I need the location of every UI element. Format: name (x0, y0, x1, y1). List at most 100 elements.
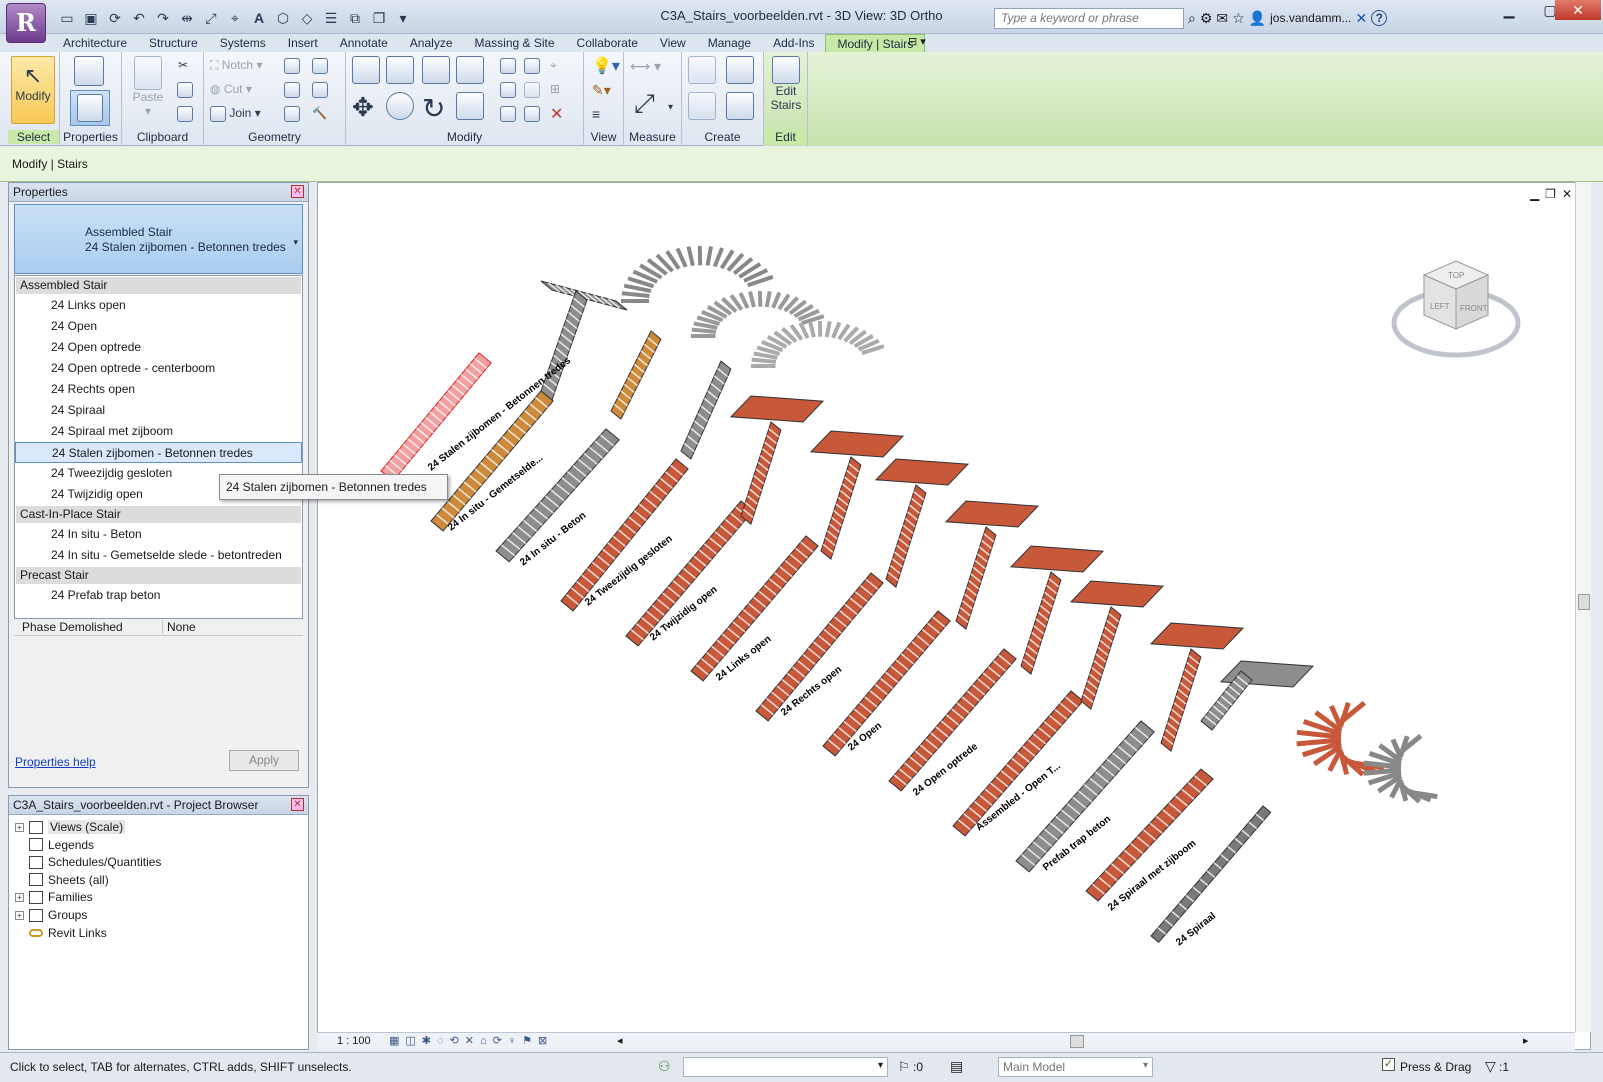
search-input[interactable]: Type a keyword or phrase (994, 8, 1184, 29)
notch-button[interactable]: ⛶ Notch ▾ (210, 58, 262, 73)
offset-icon[interactable] (386, 56, 414, 84)
unpin-icon[interactable]: ⌖ (550, 58, 557, 73)
stair-top-flight-d[interactable] (680, 360, 732, 460)
type-list-item[interactable]: 24 Open optrede - centerboom (15, 358, 302, 379)
browser-item[interactable]: + Views (Scale) (15, 820, 126, 834)
paste-button[interactable]: Paste ▾ (132, 56, 164, 118)
beam-join-icon[interactable] (284, 106, 300, 122)
stair-top-flight-c[interactable] (610, 330, 662, 420)
override-graphics-icon[interactable]: ✎▾ (592, 82, 611, 99)
stairs-3d-model[interactable]: 24 Stalen zijbomen - Betonnen tredes24 I… (318, 183, 1576, 1033)
close-icon[interactable]: ✕ (291, 185, 304, 198)
edit-stairs-button[interactable]: Edit Stairs (768, 56, 804, 112)
worksets-icon[interactable]: ⚇ (658, 1058, 671, 1075)
user-icon[interactable]: 👤 (1249, 10, 1266, 27)
stair-u-flight[interactable] (1020, 571, 1062, 675)
stair-u-flight[interactable] (740, 421, 782, 525)
tab-architecture[interactable]: Architecture (52, 34, 138, 52)
scroll-left-icon[interactable]: ◂ (617, 1034, 623, 1047)
create-parts-icon[interactable] (726, 56, 754, 84)
horizontal-scroll-thumb[interactable] (1070, 1035, 1084, 1048)
measure-between-icon[interactable]: ⟷ ▾ (630, 58, 661, 75)
cut-geometry-button[interactable]: ◍ Cut ▾ (210, 82, 252, 96)
align-icon[interactable] (352, 56, 380, 84)
stair-u-flight[interactable] (955, 526, 997, 630)
press-drag-checkbox[interactable]: ✓ (1382, 1058, 1395, 1071)
expand-icon[interactable]: + (15, 910, 24, 920)
view-control-icons[interactable]: ▦◫✱◌⟲✕⌂⟳♀⚑⊠ (389, 1034, 553, 1047)
exchange-icon[interactable]: ✕ (1356, 10, 1368, 27)
wall-joins-icon[interactable] (284, 58, 300, 74)
stair-landing[interactable] (729, 395, 825, 423)
tab-manage[interactable]: Manage (697, 34, 762, 52)
filter-icon[interactable]: ▽ (1485, 1058, 1496, 1075)
user-name[interactable]: jos.vandamm... (1270, 11, 1351, 25)
minimize-button[interactable]: ▁ (1489, 0, 1529, 20)
chevron-down-icon[interactable]: ▾ (293, 235, 298, 250)
browser-item[interactable]: Schedules/Quantities (15, 855, 161, 869)
workset-dropdown[interactable]: ▾ (683, 1057, 888, 1077)
create-similar-icon[interactable] (726, 92, 754, 120)
editing-requests-icon[interactable]: ⚐ (898, 1059, 910, 1075)
linework-icon[interactable]: ≡ (592, 106, 600, 122)
vertical-scroll-thumb[interactable] (1578, 594, 1590, 610)
property-value[interactable]: None (162, 620, 196, 634)
tab-analyze[interactable]: Analyze (399, 34, 464, 52)
ribbon-minimize-icon[interactable]: ⊟ ▾ (908, 35, 926, 48)
trim-multiple-icon[interactable] (524, 106, 540, 122)
type-list-item[interactable]: 24 Prefab trap beton (15, 585, 302, 606)
create-assembly-icon[interactable] (688, 56, 716, 84)
subscription-icon[interactable]: ⚙ (1200, 10, 1213, 27)
create-group-icon[interactable] (688, 92, 716, 120)
expand-icon[interactable]: + (15, 822, 24, 832)
scroll-right-icon[interactable]: ▸ (1523, 1034, 1529, 1047)
stair-u-flight[interactable] (1080, 606, 1122, 710)
apply-button[interactable]: Apply (229, 750, 299, 771)
tab-add-ins[interactable]: Add-Ins (762, 34, 825, 52)
hide-in-view-icon[interactable]: 💡▾ (592, 56, 620, 76)
tab-collaborate[interactable]: Collaborate (566, 34, 649, 52)
type-list-item[interactable]: 24 Links open (15, 295, 302, 316)
stair-u-flight[interactable] (885, 484, 927, 588)
measure-dropdown-icon[interactable]: ▾ (668, 102, 673, 113)
3d-view-canvas[interactable]: ▁❐✕ 24 Stalen zijbomen - Betonnen tredes… (317, 182, 1591, 1050)
stair-landing[interactable] (944, 500, 1040, 528)
stair-curved-3[interactable] (751, 320, 885, 368)
viewcube[interactable]: TOP LEFT FRONT (1391, 260, 1521, 358)
chevron-down-icon[interactable]: ▾ (878, 1060, 883, 1071)
communication-icon[interactable]: ✉ (1216, 10, 1228, 27)
expand-icon[interactable]: + (15, 892, 24, 902)
match-properties-icon[interactable] (177, 106, 193, 122)
rotate-icon[interactable]: ↻ (422, 92, 445, 125)
tab-systems[interactable]: Systems (209, 34, 277, 52)
demolish-icon[interactable] (284, 82, 300, 98)
binoculars-icon[interactable]: ⌕ (1188, 10, 1196, 27)
stair-landing[interactable] (809, 430, 905, 458)
mirror-axis-icon[interactable] (422, 56, 450, 84)
type-list-item[interactable]: 24 In situ - Gemetselde slede - betontre… (15, 545, 302, 566)
tab-massing-site[interactable]: Massing & Site (464, 34, 566, 52)
chevron-down-icon[interactable]: ▾ (1143, 1060, 1148, 1071)
stair-landing[interactable] (874, 458, 970, 486)
vertical-scrollbar[interactable] (1575, 182, 1591, 1032)
split-gap-icon[interactable] (524, 58, 540, 74)
browser-item[interactable]: + Groups (15, 908, 87, 922)
close-window-button[interactable]: ✕ (1555, 0, 1601, 20)
hammer-icon[interactable]: 🔨 (312, 106, 327, 120)
stair-landing[interactable] (1009, 545, 1105, 573)
view-scale[interactable]: 1 : 100 (337, 1035, 371, 1047)
browser-item[interactable]: Sheets (all) (15, 873, 109, 887)
modify-button[interactable]: ↖ Modify (11, 56, 55, 124)
application-menu-button[interactable]: R (6, 3, 46, 43)
type-list-item[interactable]: 24 In situ - Beton (15, 524, 302, 545)
help-icon[interactable]: ? (1371, 10, 1388, 26)
properties-help-link[interactable]: Properties help (15, 755, 96, 769)
paint-icon[interactable] (312, 82, 328, 98)
type-list-item[interactable]: 24 Open (15, 316, 302, 337)
copy-element-icon[interactable] (386, 92, 414, 120)
cut-clipboard-icon[interactable]: ✂ (178, 58, 188, 72)
design-option-dropdown[interactable]: Main Model ▾ (998, 1057, 1153, 1077)
browser-item[interactable]: + Families (15, 890, 93, 904)
move-icon[interactable]: ✥ (352, 92, 374, 123)
mirror-draw-icon[interactable] (456, 56, 484, 84)
